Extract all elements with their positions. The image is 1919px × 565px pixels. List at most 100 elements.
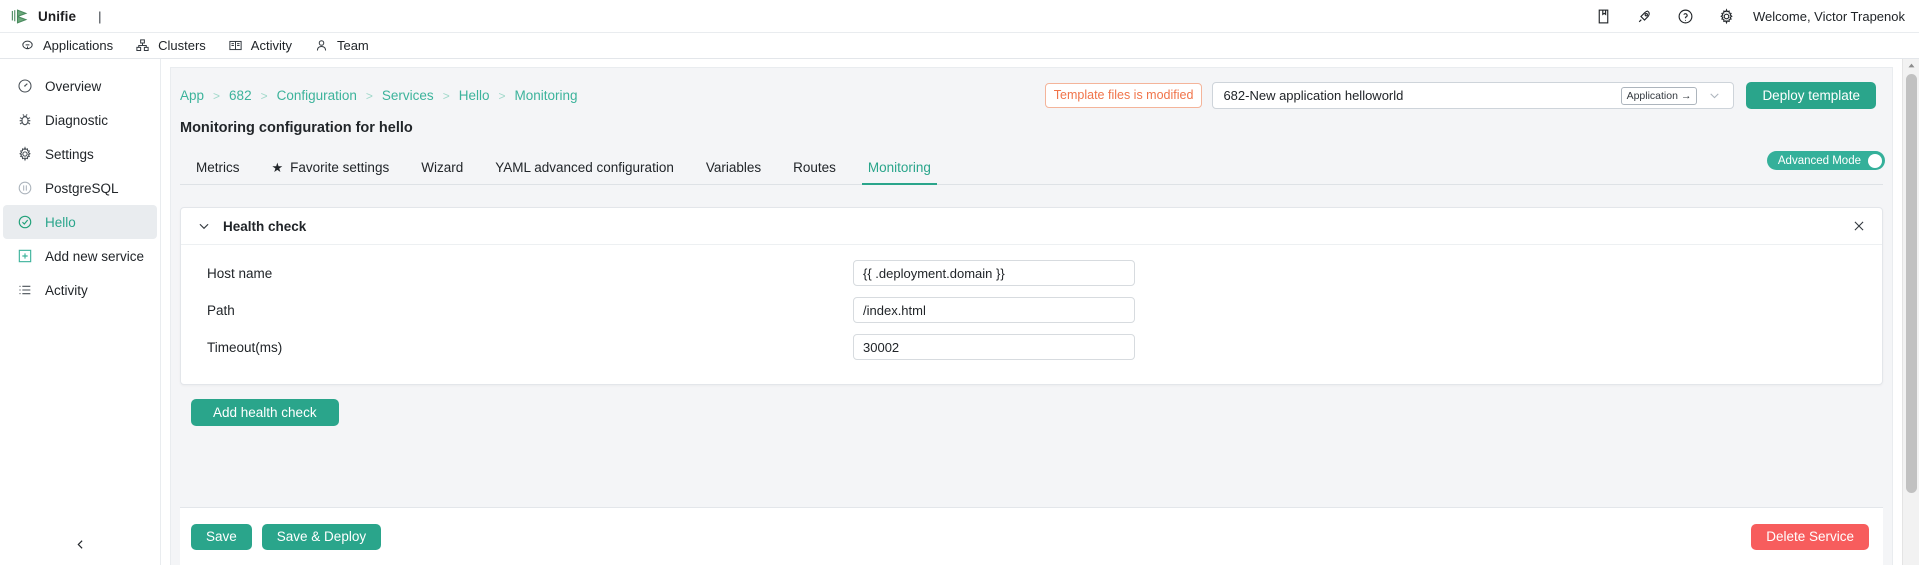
breadcrumb-separator: >: [442, 88, 450, 103]
panel-header: Health check: [181, 208, 1882, 245]
field-row-host-name: Host name: [181, 257, 1882, 289]
nav-item-clusters[interactable]: Clusters: [127, 38, 220, 53]
breadcrumb: App > 682 > Configuration > Services > H…: [180, 88, 578, 103]
add-health-check-button[interactable]: Add health check: [191, 399, 339, 426]
delete-service-button[interactable]: Delete Service: [1751, 523, 1869, 550]
gauge-icon: [18, 79, 32, 93]
gear-icon: [19, 146, 31, 162]
tab-monitoring[interactable]: Monitoring: [852, 154, 947, 185]
advanced-mode-toggle[interactable]: Advanced Mode: [1766, 151, 1885, 170]
field-label: Path: [207, 302, 235, 318]
scroll-up-arrow[interactable]: [1907, 59, 1916, 72]
tab-wizard[interactable]: Wizard: [405, 154, 479, 184]
sidebar-item-postgresql[interactable]: PostgreSQL: [3, 171, 157, 205]
sidebar-item-add-new-service[interactable]: Add new service: [3, 239, 157, 273]
template-dropdown-caret[interactable]: [1697, 89, 1731, 102]
vertical-scrollbar[interactable]: [1902, 59, 1919, 565]
tab-favorite-settings[interactable]: ★ Favorite settings: [256, 154, 406, 184]
check-circle-icon: [18, 215, 32, 229]
chevron-down-icon: [1710, 93, 1719, 99]
arrow-right-icon: →: [1680, 89, 1692, 102]
template-kind-label: Application: [1626, 89, 1678, 102]
sidebar-item-label: Overview: [45, 78, 102, 94]
panel-area: Health check Host name {{.deployment.do…: [171, 185, 1892, 490]
field-row-timeout: Timeout(ms): [181, 331, 1882, 363]
sidebar-item-hello[interactable]: Hello: [3, 205, 157, 239]
tab-label: Wizard: [421, 160, 464, 175]
sidebar-item-label: Diagnostic: [45, 112, 109, 128]
tab-label: Metrics: [196, 160, 240, 175]
nav-item-team[interactable]: Team: [306, 38, 383, 53]
breadcrumb-separator: >: [260, 88, 268, 103]
panel-close-button[interactable]: [1850, 217, 1868, 235]
main-inner: App > 682 > Configuration > Services > H…: [161, 59, 1902, 565]
sidebar-item-diagnostic[interactable]: Diagnostic: [3, 103, 157, 137]
welcome-label: Welcome, Victor Trapenok: [1753, 8, 1905, 24]
brand-name: Unifie: [38, 8, 77, 24]
list-icon: [19, 285, 31, 295]
breadcrumb-item-hello[interactable]: Hello: [459, 88, 490, 103]
breadcrumb-item-682[interactable]: 682: [229, 88, 252, 103]
star-icon: ★: [271, 160, 284, 175]
deploy-template-button[interactable]: Deploy template: [1746, 82, 1876, 109]
scrollbar-thumb[interactable]: [1906, 74, 1917, 493]
field-row-path: Path: [181, 294, 1882, 326]
save-and-deploy-button[interactable]: Save & Deploy: [261, 523, 382, 550]
sidebar-item-label: PostgreSQL: [45, 180, 119, 196]
activity-book-icon: [229, 40, 242, 51]
page-title: Monitoring configuration for hello: [180, 120, 413, 136]
app-root: Unifie | Welcome, Victor Trapenok Applic…: [0, 0, 1919, 565]
host-name-input[interactable]: [853, 260, 1135, 286]
team-person-icon: [316, 40, 327, 51]
sidebar-collapse-button[interactable]: [0, 533, 160, 555]
main-content: App > 682 > Configuration > Services > H…: [161, 59, 1919, 565]
content-card: App > 682 > Configuration > Services > H…: [170, 67, 1893, 565]
breadcrumb-item-monitoring[interactable]: Monitoring: [514, 88, 577, 103]
path-input[interactable]: [853, 297, 1135, 323]
advanced-mode-label: Advanced Mode: [1777, 154, 1861, 167]
sidebar-item-label: Hello: [45, 214, 76, 230]
close-icon: [1854, 221, 1864, 231]
header-row: App > 682 > Configuration > Services > H…: [171, 68, 1892, 109]
breadcrumb-separator: >: [365, 88, 373, 103]
panel-body: Host name Path Timeout(ms): [181, 245, 1882, 384]
tab-routes[interactable]: Routes: [777, 154, 852, 184]
nav-label: Team: [336, 38, 369, 53]
tab-variables[interactable]: Variables: [690, 154, 777, 184]
save-button[interactable]: Save: [191, 523, 252, 550]
database-icon: [18, 181, 32, 195]
tab-label: Favorite settings: [290, 160, 390, 175]
brand-separator: |: [98, 8, 102, 24]
tab-label: Variables: [705, 160, 762, 175]
sidebar-item-label: Settings: [45, 146, 94, 162]
sidebar-item-activity[interactable]: Activity: [3, 273, 157, 307]
top-bar: Unifie | Welcome, Victor Trapenok: [0, 0, 1919, 33]
gear-icon[interactable]: [1718, 7, 1735, 25]
topbar-icon-group: [1595, 7, 1735, 25]
sidebar-item-overview[interactable]: Overview: [3, 69, 157, 103]
chevron-down-icon: [199, 223, 209, 230]
tab-yaml-advanced-configuration[interactable]: YAML advanced configuration: [479, 154, 690, 184]
brand[interactable]: Unifie |: [10, 7, 102, 26]
tab-metrics[interactable]: Metrics: [180, 154, 256, 184]
clusters-icon: [136, 39, 149, 51]
sidebar-item-settings[interactable]: Settings: [3, 137, 157, 171]
field-label: Host name: [207, 265, 273, 281]
docs-icon[interactable]: [1595, 8, 1612, 25]
rocket-icon[interactable]: [1636, 8, 1653, 25]
breadcrumb-item-services[interactable]: Services: [382, 88, 434, 103]
tab-label: YAML advanced configuration: [495, 160, 674, 175]
timeout-input[interactable]: [853, 334, 1135, 360]
nav-label: Clusters: [158, 38, 206, 53]
template-selector[interactable]: 682-New application helloworld Applicati…: [1212, 82, 1735, 109]
panel-title: Health check: [223, 218, 307, 234]
breadcrumb-item-configuration[interactable]: Configuration: [277, 88, 357, 103]
breadcrumb-item-app[interactable]: App: [180, 88, 204, 103]
sidebar-item-label: Activity: [45, 282, 88, 298]
panel-collapse-toggle[interactable]: [197, 219, 213, 233]
nav-item-applications[interactable]: Applications: [12, 38, 127, 53]
help-icon[interactable]: [1677, 8, 1694, 25]
nav-item-activity[interactable]: Activity: [220, 38, 306, 53]
unifie-logo-icon: [11, 8, 28, 24]
breadcrumb-separator: >: [213, 88, 221, 103]
